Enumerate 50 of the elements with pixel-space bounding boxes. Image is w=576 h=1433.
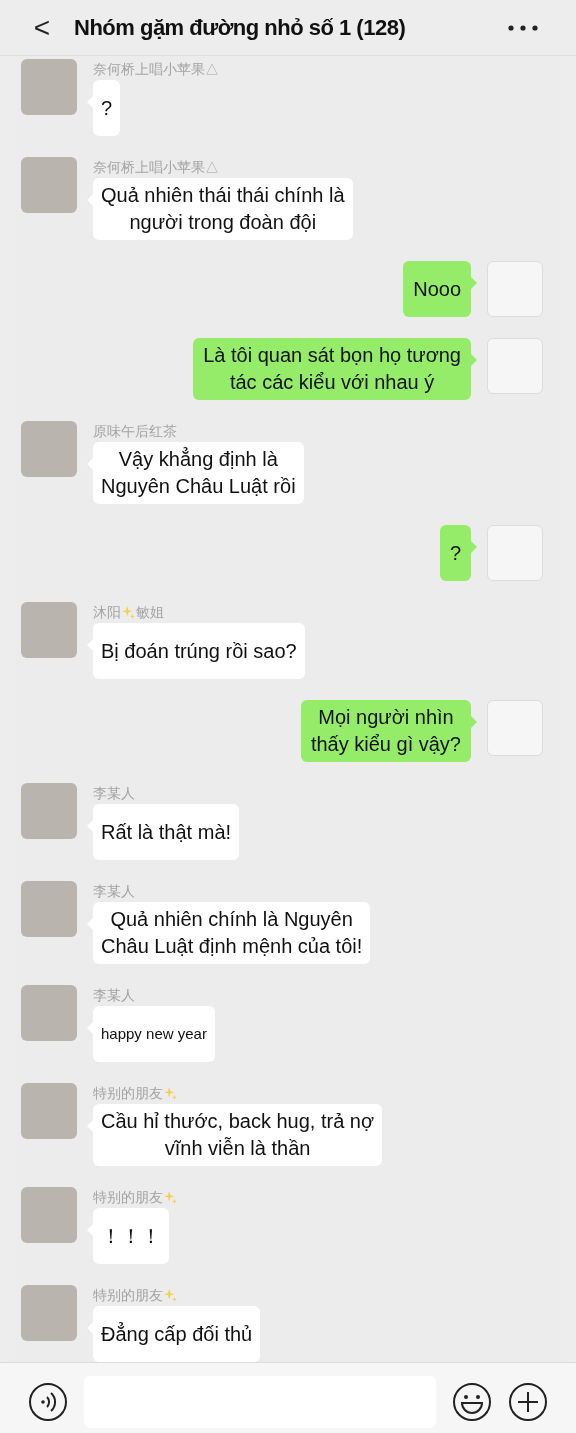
sender-name: 原味午后红茶 [93, 421, 177, 441]
avatar-photo-placeholder[interactable] [21, 421, 77, 477]
plus-icon[interactable] [508, 1381, 548, 1422]
message-bubble: Mọi người nhìn thấy kiểu gì vậy? [300, 700, 471, 762]
sparkle-icon [122, 605, 135, 619]
message-bubble: Vậy khẳng định là Nguyên Châu Luật rồi [93, 442, 304, 504]
sticker-avatar-placeholder[interactable] [487, 261, 543, 317]
avatar-photo-placeholder[interactable] [21, 985, 77, 1041]
sticker-avatar-placeholder[interactable] [487, 338, 543, 394]
message-bubble: happy new year [93, 1006, 215, 1062]
avatar-photo-placeholder[interactable] [21, 1187, 77, 1243]
message-bubble: Quả nhiên chính là Nguyên Châu Luật định mệnh của tôi! [93, 902, 371, 964]
sender-name: 李某人 [93, 985, 135, 1005]
sender-name: 敏姐 [136, 602, 164, 622]
sticker-avatar-placeholder[interactable] [487, 525, 543, 581]
message-bubble: Bị đoán trúng rồi sao? [93, 623, 305, 679]
more-icon[interactable] [508, 24, 538, 31]
message-bubble: Là tôi quan sát bọn họ tương tác các kiểu với nhau ý [193, 338, 471, 400]
sender-name: 李某人 [93, 783, 135, 803]
message-bubble: ！！！ [93, 1208, 169, 1264]
message-bubble: Đẳng cấp đối thủ [93, 1306, 261, 1362]
avatar-photo-placeholder[interactable] [21, 783, 77, 839]
message-bubble: Rất là thật mà! [93, 804, 240, 860]
avatar-photo-placeholder[interactable] [21, 1083, 77, 1139]
message-bubble: ? [93, 80, 121, 136]
message-bubble: Nooo [403, 261, 471, 317]
sender-name: 特别的朋友 [93, 1285, 163, 1305]
avatar-photo-placeholder[interactable] [21, 602, 77, 658]
bubble-tail [471, 541, 477, 553]
sender-name: 沐阳 [93, 602, 121, 622]
avatar-photo-placeholder[interactable] [21, 1285, 77, 1341]
back-button[interactable]: < [30, 13, 54, 42]
voice-icon[interactable] [28, 1381, 68, 1422]
sender-name: 奈何桥上唱小苹果△ [93, 59, 219, 79]
avatar-photo-placeholder[interactable] [21, 157, 77, 213]
sender-name: 李某人 [93, 881, 135, 901]
message-bubble: Cầu hỉ thước, back hug, trả nợ vĩnh viễn là thần [93, 1104, 383, 1166]
bubble-tail [471, 354, 477, 366]
avatar-photo-placeholder[interactable] [21, 59, 77, 115]
message-bubble: Quả nhiên thái thái chính là người trong đoàn đội [93, 178, 353, 240]
sender-name: 特别的朋友 [93, 1083, 163, 1103]
emoji-icon[interactable] [452, 1381, 492, 1422]
chat-title: Nhóm gặm đường nhỏ số 1 (128) [74, 14, 406, 42]
sticker-avatar-placeholder[interactable] [487, 700, 543, 756]
message-bubble: ? [439, 525, 471, 581]
avatar-photo-placeholder[interactable] [21, 881, 77, 937]
bubble-tail [471, 277, 477, 289]
sender-name: 奈何桥上唱小苹果△ [93, 157, 219, 177]
bubble-tail [471, 716, 477, 728]
sender-name: 特别的朋友 [93, 1187, 163, 1207]
